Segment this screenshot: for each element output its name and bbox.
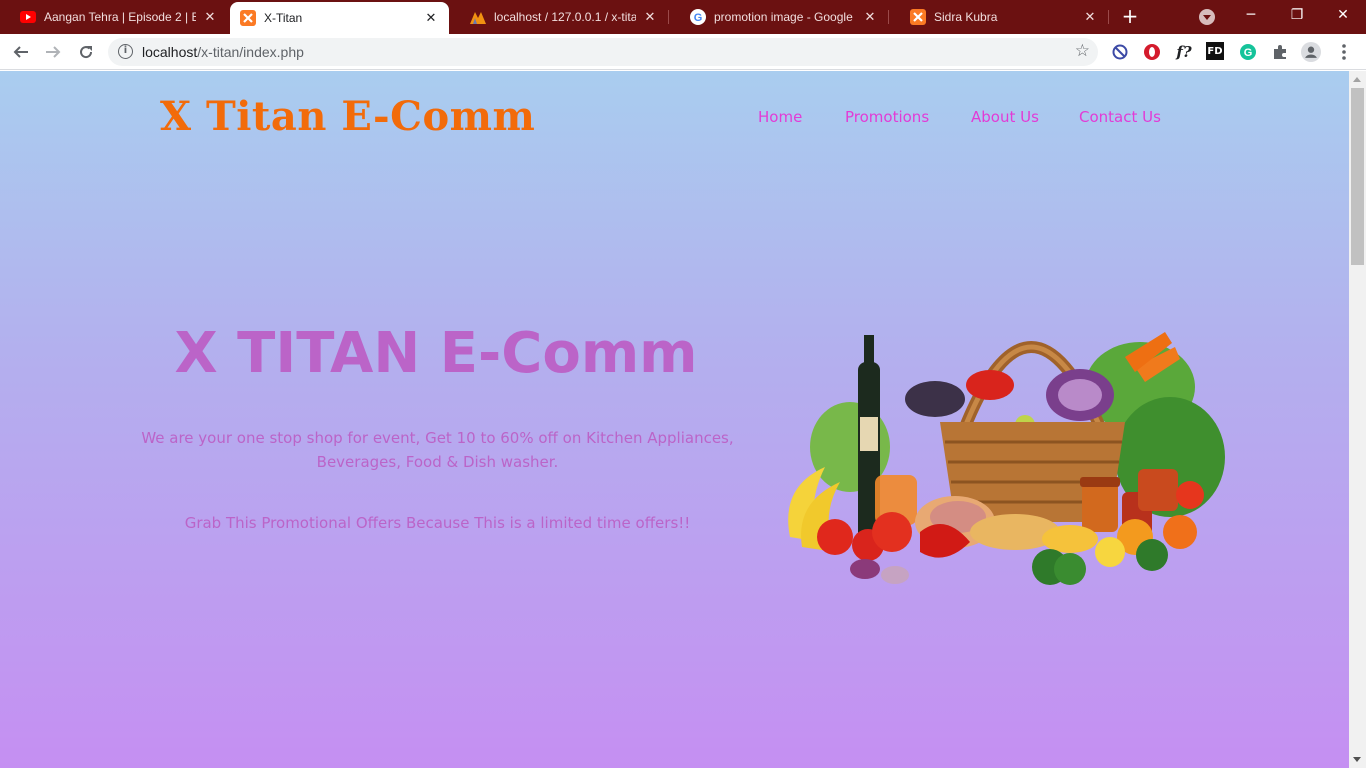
forward-arrow-icon (46, 46, 61, 58)
tab-title: X-Titan (264, 11, 303, 25)
profile-icon[interactable] (1301, 42, 1321, 62)
site-logo[interactable]: X Titan E-Comm (160, 93, 535, 140)
reload-icon (80, 46, 93, 59)
bookmark-star-icon[interactable]: ☆ (1075, 41, 1090, 61)
browser-toolbar: i localhost/x-titan/index.php ☆ f? FD G (0, 34, 1366, 70)
youtube-icon (20, 9, 36, 25)
scroll-up-arrow-icon[interactable] (1353, 77, 1361, 82)
close-tab-icon[interactable]: ✕ (202, 10, 218, 25)
back-button[interactable] (9, 40, 33, 64)
minimize-button[interactable]: ─ (1228, 0, 1274, 30)
nav-about-us[interactable]: About Us (971, 108, 1039, 126)
url-text[interactable]: localhost/x-titan/index.php (142, 44, 304, 60)
browser-tab-strip: Aangan Tehra | Episode 2 | Bu ✕ X-Titan … (0, 0, 1366, 34)
close-tab-icon[interactable]: ✕ (423, 11, 439, 26)
nav-home[interactable]: Home (758, 108, 802, 126)
opera-icon[interactable] (1142, 42, 1162, 62)
tab-separator (888, 10, 889, 24)
new-tab-button[interactable]: + (1118, 5, 1142, 29)
restore-button[interactable]: ❐ (1274, 0, 1320, 30)
url-path: /x-titan/index.php (197, 44, 304, 60)
page-viewport: X Titan E-Comm Home Promotions About Us … (0, 71, 1349, 768)
nav-promotions[interactable]: Promotions (845, 108, 929, 126)
nav-contact-us[interactable]: Contact Us (1079, 108, 1161, 126)
xampp-icon (240, 10, 256, 26)
block-icon[interactable] (1110, 42, 1130, 62)
tab-sidra-kubra[interactable]: Sidra Kubra ✕ (890, 0, 1108, 34)
scrollbar-thumb[interactable] (1351, 88, 1364, 265)
close-tab-icon[interactable]: ✕ (862, 10, 878, 25)
svg-text:G: G (694, 12, 703, 24)
xampp-icon (910, 9, 926, 25)
menu-icon[interactable] (1334, 42, 1354, 62)
hero-description: We are your one stop shop for event, Get… (141, 429, 734, 471)
tab-search-icon[interactable] (1199, 9, 1215, 25)
tab-separator (668, 10, 669, 24)
forward-button[interactable] (41, 40, 65, 64)
tab-phpmyadmin[interactable]: localhost / 127.0.0.1 / x-titan ✕ (450, 0, 668, 34)
tab-title: promotion image - Google Se (714, 10, 856, 24)
tab-title: Aangan Tehra | Episode 2 | Bu (44, 10, 196, 24)
tab-x-titan[interactable]: X-Titan ✕ (230, 2, 449, 34)
hero-title: X TITAN E-Comm (174, 321, 698, 386)
window-close-button[interactable]: ✕ (1320, 0, 1366, 30)
tab-aangan-tehra[interactable]: Aangan Tehra | Episode 2 | Bu ✕ (0, 0, 228, 34)
hero-promo-text: Grab This Promotional Offers Because Thi… (184, 514, 691, 532)
grocery-basket-image (788, 332, 1225, 585)
scroll-down-arrow-icon[interactable] (1353, 757, 1361, 762)
address-bar[interactable]: i localhost/x-titan/index.php ☆ (108, 38, 1098, 66)
phpmyadmin-icon (470, 9, 486, 25)
close-tab-icon[interactable]: ✕ (1082, 10, 1098, 25)
page-scrollbar[interactable] (1349, 71, 1366, 768)
site-info-icon[interactable]: i (118, 44, 133, 59)
f-question-extension-icon[interactable]: f? (1174, 42, 1194, 62)
google-icon: G (690, 9, 706, 25)
svg-text:G: G (1244, 47, 1253, 59)
fd-extension-icon[interactable]: FD (1206, 42, 1224, 60)
back-arrow-icon (13, 46, 28, 58)
url-host: localhost (142, 44, 198, 60)
tab-title: Sidra Kubra (934, 10, 998, 24)
close-tab-icon[interactable]: ✕ (642, 10, 658, 25)
puzzle-icon[interactable] (1270, 42, 1290, 62)
grammarly-icon[interactable]: G (1238, 42, 1258, 62)
reload-button[interactable] (74, 40, 98, 64)
tab-google-search[interactable]: G promotion image - Google Se ✕ (670, 0, 888, 34)
tab-separator (1108, 10, 1109, 24)
tab-title: localhost / 127.0.0.1 / x-titan (494, 10, 636, 24)
